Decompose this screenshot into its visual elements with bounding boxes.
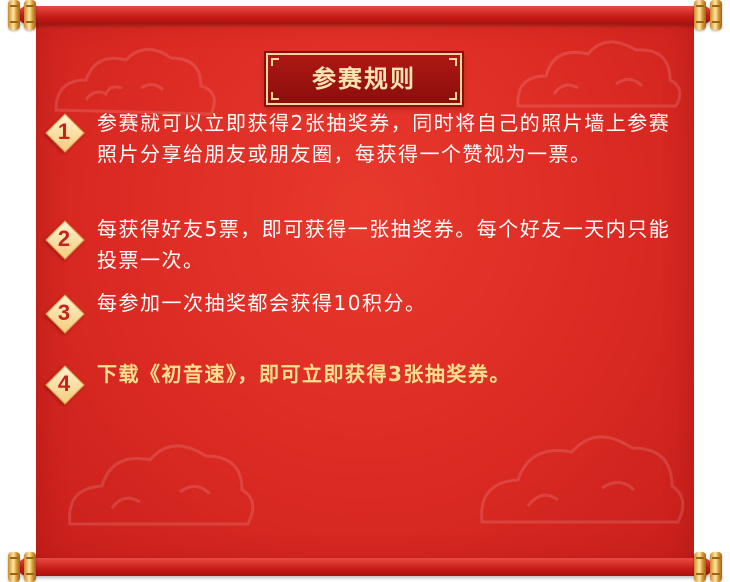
rod-cap-right-outer [710, 552, 722, 582]
rule-4-text: 下载《初音速》，即可立即获得3张抽奖券。 [97, 362, 511, 386]
rule-3-number: 3 [57, 300, 71, 325]
rule-3-marker: 3 [44, 293, 85, 334]
scroll-bottom-rod [0, 552, 730, 582]
rules-scroll: 参赛规则 1 参赛就可以立即获得2张抽奖券，同时将自己的照片墙上参赛照片分享给朋… [0, 0, 730, 582]
scroll-top-rod [0, 0, 730, 30]
badge-corner-ornament [449, 58, 457, 66]
title-badge: 参赛规则 [264, 51, 464, 107]
cloud-pattern-bottom-right [480, 435, 685, 524]
rod-bar [18, 558, 712, 576]
rule-1-text: 参赛就可以立即获得2张抽奖券，同时将自己的照片墙上参赛照片分享给朋友或朋友圈，每… [97, 111, 671, 166]
rod-cap-right-inner [694, 0, 706, 30]
cloud-pattern-bottom-left [68, 444, 255, 526]
rod-bar [18, 6, 712, 24]
page-title: 参赛规则 [312, 65, 416, 93]
rule-2-number: 2 [57, 226, 71, 251]
rod-cap-left-inner [24, 552, 36, 582]
rod-cap-left-outer [8, 0, 20, 30]
badge-corner-ornament [271, 92, 279, 100]
rule-4-number: 4 [57, 371, 71, 396]
rule-2-marker: 2 [44, 219, 85, 260]
rod-cap-left-inner [24, 0, 36, 30]
rod-cap-right-inner [694, 552, 706, 582]
badge-corner-ornament [271, 58, 279, 66]
rule-3-text: 每参加一次抽奖都会获得10积分。 [97, 291, 427, 315]
rule-1-marker: 1 [44, 112, 85, 153]
rule-2-text: 每获得好友5票，即可获得一张抽奖券。每个好友一天内只能投票一次。 [97, 217, 671, 272]
rule-4-marker: 4 [44, 364, 85, 405]
rod-cap-right-outer [710, 0, 722, 30]
rule-1-number: 1 [57, 119, 71, 144]
badge-corner-ornament [449, 92, 457, 100]
rod-cap-left-outer [8, 552, 20, 582]
